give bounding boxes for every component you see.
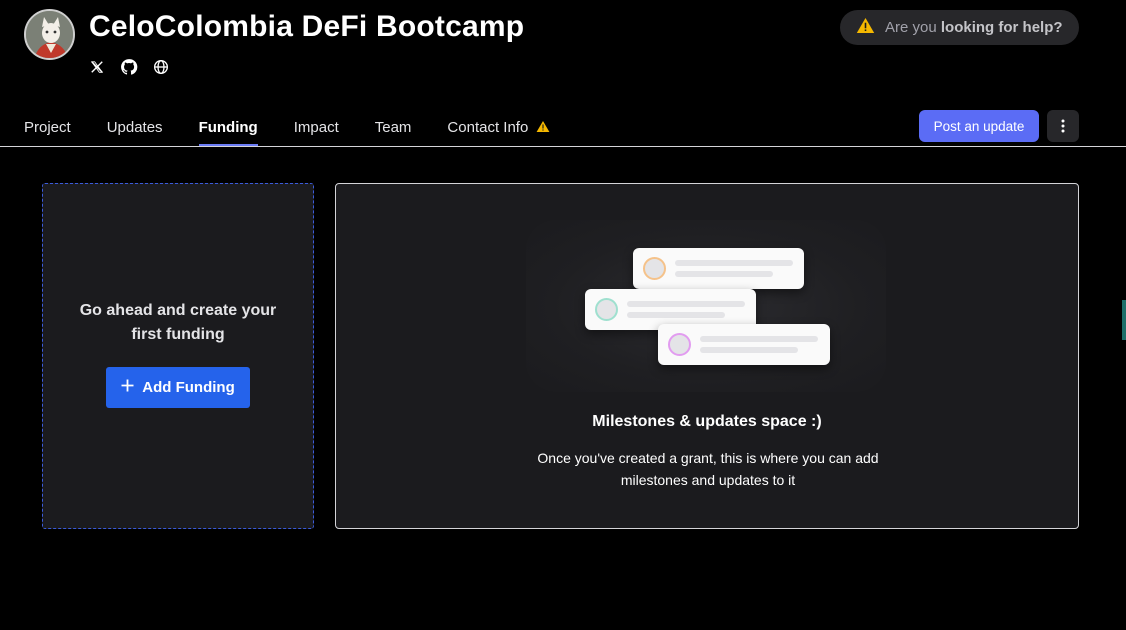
empty-state-title: Milestones & updates space :) — [592, 413, 822, 430]
tabs-divider — [0, 146, 1126, 147]
project-avatar — [24, 9, 75, 60]
tab-updates[interactable]: Updates — [107, 108, 163, 146]
create-funding-message: Go ahead and create your first funding — [79, 301, 277, 343]
social-links — [88, 58, 170, 76]
post-update-button[interactable]: Post an update — [919, 110, 1039, 142]
x-twitter-icon[interactable] — [88, 58, 106, 76]
tab-impact[interactable]: Impact — [294, 108, 339, 146]
warning-icon — [536, 120, 550, 137]
project-tabs: Project Updates Funding Impact Team Cont… — [24, 108, 586, 146]
empty-state-description: Once you've created a grant, this is whe… — [537, 450, 879, 488]
globe-icon[interactable] — [152, 58, 170, 76]
help-button[interactable]: Are you looking for help? — [840, 10, 1079, 45]
milestones-empty-state: Milestones & updates space :) Once you'v… — [335, 183, 1079, 529]
project-title: CeloColombia DeFi Bootcamp — [89, 10, 525, 43]
create-funding-card: Go ahead and create your first funding A… — [42, 183, 314, 529]
tab-project[interactable]: Project — [24, 108, 71, 146]
kebab-menu-icon[interactable] — [1047, 110, 1079, 142]
github-icon[interactable] — [120, 58, 138, 76]
plus-icon — [121, 379, 134, 396]
tab-funding[interactable]: Funding — [198, 108, 258, 146]
tab-team[interactable]: Team — [375, 108, 412, 146]
illustration-card — [658, 324, 830, 365]
window-edge — [1122, 300, 1126, 340]
tab-contact-info[interactable]: Contact Info — [447, 108, 550, 146]
warning-icon — [856, 17, 875, 38]
add-funding-label: Add Funding — [142, 378, 235, 396]
illustration-card — [633, 248, 804, 289]
add-funding-button[interactable]: Add Funding — [106, 366, 250, 408]
help-text: Are you looking for help? — [885, 19, 1063, 36]
